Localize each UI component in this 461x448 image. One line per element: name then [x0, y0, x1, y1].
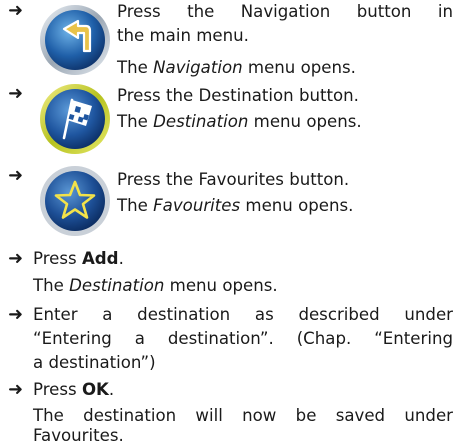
menu-name: Destination: [153, 112, 249, 131]
instruction-text: Press the Destination button.: [117, 86, 359, 105]
instruction-text: Press OK.: [33, 380, 115, 399]
menu-name: Destination: [69, 276, 165, 295]
instruction-text: Enter a destination as described under: [33, 305, 453, 324]
button-name: Add: [81, 249, 119, 268]
result-text: The Favourites menu opens.: [117, 196, 354, 215]
button-name: OK: [81, 380, 109, 399]
step-arrow: ➜: [8, 0, 24, 21]
instruction-text: Press the Navigation button in: [117, 2, 453, 21]
menu-name: Navigation: [153, 58, 243, 77]
menu-name: Favourites: [153, 196, 241, 215]
result-text: The Destination menu opens.: [33, 276, 278, 295]
step-arrow: ➜: [8, 165, 24, 186]
destination-flag-icon: [40, 84, 110, 154]
result-text: Favourites.: [33, 426, 124, 445]
favourites-star-icon: [40, 166, 110, 236]
step-arrow: ➜: [8, 248, 24, 269]
instruction-text: the main menu.: [117, 26, 249, 45]
navigation-arrow-icon: [40, 5, 110, 75]
instruction-text: Press the Favourites button.: [117, 170, 350, 189]
result-text: The Navigation menu opens.: [117, 58, 356, 77]
result-text: The Destination menu opens.: [117, 112, 362, 131]
instruction-text: a destination”): [33, 353, 156, 372]
step-arrow: ➜: [8, 379, 24, 400]
instruction-text: “Entering a destination”. (Chap. “Enteri…: [33, 329, 453, 348]
step-arrow: ➜: [8, 304, 24, 325]
step-arrow: ➜: [8, 83, 24, 104]
instruction-text: Press Add.: [33, 249, 124, 268]
